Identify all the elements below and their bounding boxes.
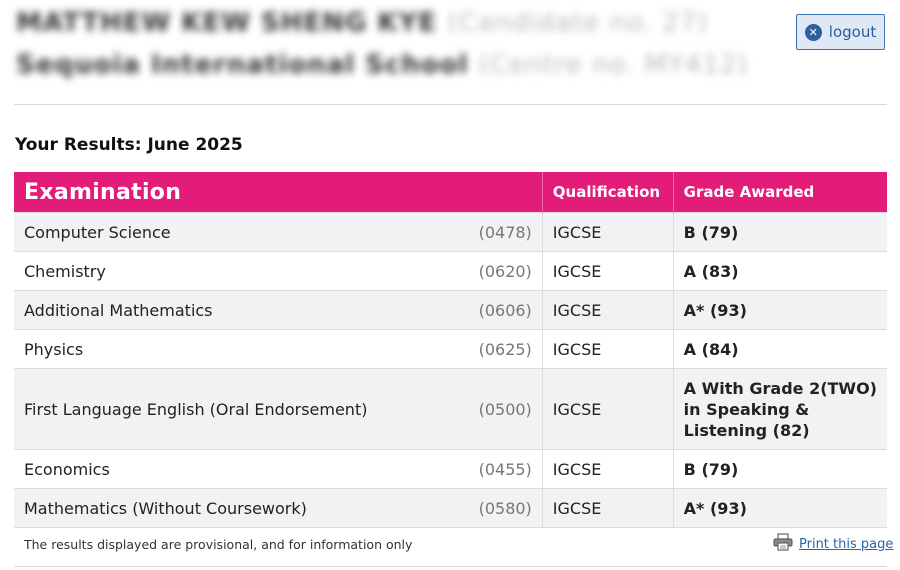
subject-cell: Computer Science xyxy=(14,212,453,252)
code-cell: (0606) xyxy=(452,290,543,330)
print-control: Print this page xyxy=(773,533,893,555)
subject-cell: Mathematics (Without Coursework) xyxy=(14,488,453,528)
qualification-cell: IGCSE xyxy=(541,368,674,450)
subject-cell: Additional Mathematics xyxy=(14,290,453,330)
close-circle-icon: ✕ xyxy=(804,23,822,41)
table-row: First Language English (Oral Endorsement… xyxy=(14,368,887,450)
results-table: Examination Qualification Grade Awarded … xyxy=(14,172,887,528)
grade-cell: A* (93) xyxy=(672,488,887,528)
header-divider xyxy=(14,104,887,105)
disclaimer-text: The results displayed are provisional, a… xyxy=(24,537,413,552)
qualification-cell: IGCSE xyxy=(541,290,674,330)
grade-cell: B (79) xyxy=(672,212,887,252)
code-cell: (0620) xyxy=(452,251,543,291)
grade-cell: B (79) xyxy=(672,449,887,489)
subject-cell: Economics xyxy=(14,449,453,489)
table-row: Physics (0625) IGCSE A (84) xyxy=(14,329,887,369)
subject-cell: First Language English (Oral Endorsement… xyxy=(14,368,453,450)
code-cell: (0580) xyxy=(452,488,543,528)
code-cell: (0478) xyxy=(452,212,543,252)
candidate-name-line: MATTHEW KEW SHENG KYE (Candidate no. 27) xyxy=(16,8,708,38)
code-cell: (0500) xyxy=(452,368,543,450)
table-row: Economics (0455) IGCSE B (79) xyxy=(14,449,887,489)
logout-button[interactable]: ✕ logout xyxy=(796,14,885,50)
subject-cell: Physics xyxy=(14,329,453,369)
header-qualification: Qualification xyxy=(541,172,674,213)
header-examination: Examination xyxy=(14,172,543,213)
code-cell: (0625) xyxy=(452,329,543,369)
grade-cell: A* (93) xyxy=(672,290,887,330)
results-header-row: Examination Qualification Grade Awarded xyxy=(14,172,887,213)
school-name: Sequoia International School xyxy=(16,50,469,80)
qualification-cell: IGCSE xyxy=(541,251,674,291)
table-row: Additional Mathematics (0606) IGCSE A* (93) xyxy=(14,290,887,330)
table-row: Computer Science (0478) IGCSE B (79) xyxy=(14,212,887,252)
footer-divider xyxy=(14,566,887,567)
candidate-number: (Candidate no. 27) xyxy=(447,8,709,38)
grade-cell: A With Grade 2(TWO) in Speaking & Listen… xyxy=(672,368,887,450)
grade-cell: A (84) xyxy=(672,329,887,369)
table-row: Mathematics (Without Coursework) (0580) IG… xyxy=(14,488,887,528)
subject-cell: Chemistry xyxy=(14,251,453,291)
candidate-name: MATTHEW KEW SHENG KYE xyxy=(16,8,438,38)
printer-icon[interactable] xyxy=(773,533,793,555)
qualification-cell: IGCSE xyxy=(541,212,674,252)
qualification-cell: IGCSE xyxy=(541,329,674,369)
results-heading: Your Results: June 2025 xyxy=(15,135,243,155)
grade-cell: A (83) xyxy=(672,251,887,291)
print-page-link[interactable]: Print this page xyxy=(799,537,893,552)
school-line: Sequoia International School (Centre no.… xyxy=(16,50,748,80)
centre-number: (Centre no. MY412) xyxy=(478,50,749,80)
logout-label: logout xyxy=(828,23,877,41)
code-cell: (0455) xyxy=(452,449,543,489)
table-row: Chemistry (0620) IGCSE A (83) xyxy=(14,251,887,291)
qualification-cell: IGCSE xyxy=(541,449,674,489)
qualification-cell: IGCSE xyxy=(541,488,674,528)
header-grade: Grade Awarded xyxy=(672,172,887,213)
